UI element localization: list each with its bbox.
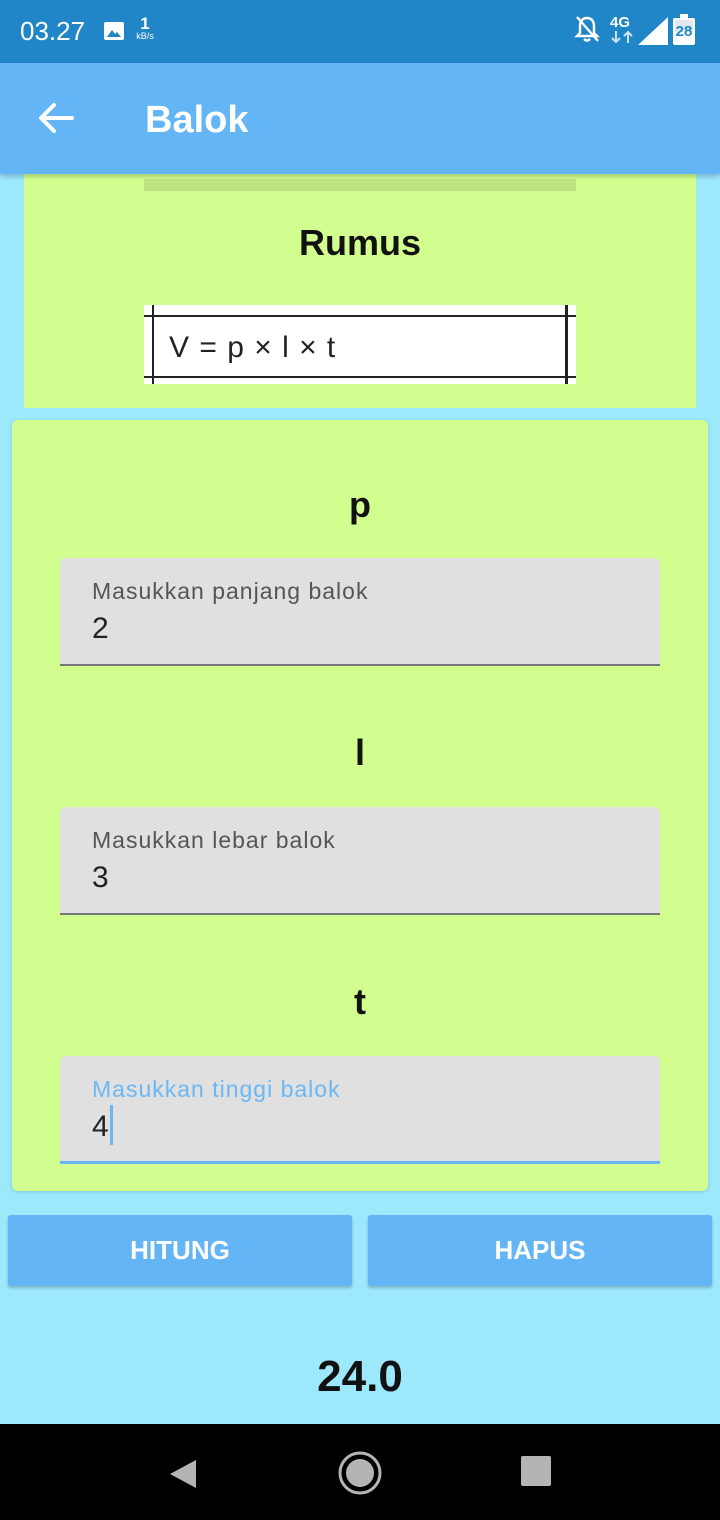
width-field-value: 3: [92, 861, 109, 894]
length-label: p: [349, 484, 371, 525]
height-field-hint: Masukkan tinggi balok: [92, 1076, 341, 1102]
status-bar: 03.27 1 kB/s 4G 28: [0, 0, 720, 63]
nav-recent-icon[interactable]: [521, 1456, 551, 1486]
formula-heading: Rumus: [298, 222, 421, 263]
formula-expression: V = p × l × t: [169, 331, 337, 364]
data-arrows-icon: [610, 30, 634, 49]
status-icons: 4G 28: [574, 14, 704, 48]
formula-card: Rumus V = p × l × t: [24, 174, 696, 408]
navigation-bar: [0, 1424, 720, 1520]
nav-home-icon[interactable]: [337, 1450, 383, 1501]
height-field[interactable]: Masukkan tinggi balok 4: [60, 1056, 660, 1164]
network-speed-unit: kB/s: [136, 31, 154, 41]
height-label: t: [354, 981, 366, 1022]
divider: [144, 179, 576, 191]
width-label: l: [354, 732, 365, 773]
calculate-button[interactable]: HITUNG: [8, 1215, 352, 1286]
network-speed-value: 1: [140, 14, 150, 33]
bell-off-icon: [574, 14, 600, 49]
nav-back-icon[interactable]: [168, 1458, 198, 1495]
clear-button[interactable]: HAPUS: [368, 1215, 712, 1286]
network-speed: 1 kB/s: [130, 15, 160, 41]
width-field-hint: Masukkan lebar balok: [92, 827, 336, 853]
length-field[interactable]: Masukkan panjang balok 2: [60, 558, 660, 666]
result-value: 24.0: [317, 1352, 403, 1401]
arrow-left-icon[interactable]: [38, 102, 74, 139]
signal-icon: [638, 17, 668, 50]
length-field-hint: Masukkan panjang balok: [92, 578, 369, 604]
height-field-text: 4: [92, 1110, 109, 1143]
battery-level: 28: [675, 23, 693, 40]
text-cursor: [109, 1105, 113, 1146]
network-type: 4G: [610, 14, 631, 31]
status-time: 03.27: [20, 16, 86, 46]
input-card: p Masukkan panjang balok 2 l Masukkan le…: [12, 420, 708, 1191]
page-title: Balok: [145, 99, 249, 141]
height-field-value: 4: [92, 1105, 113, 1146]
formula-image: V = p × l × t: [144, 305, 576, 384]
image-notification-icon: [103, 20, 125, 47]
app-bar: Balok: [0, 63, 720, 174]
width-field[interactable]: Masukkan lebar balok 3: [60, 807, 660, 915]
length-field-value: 2: [92, 612, 109, 645]
